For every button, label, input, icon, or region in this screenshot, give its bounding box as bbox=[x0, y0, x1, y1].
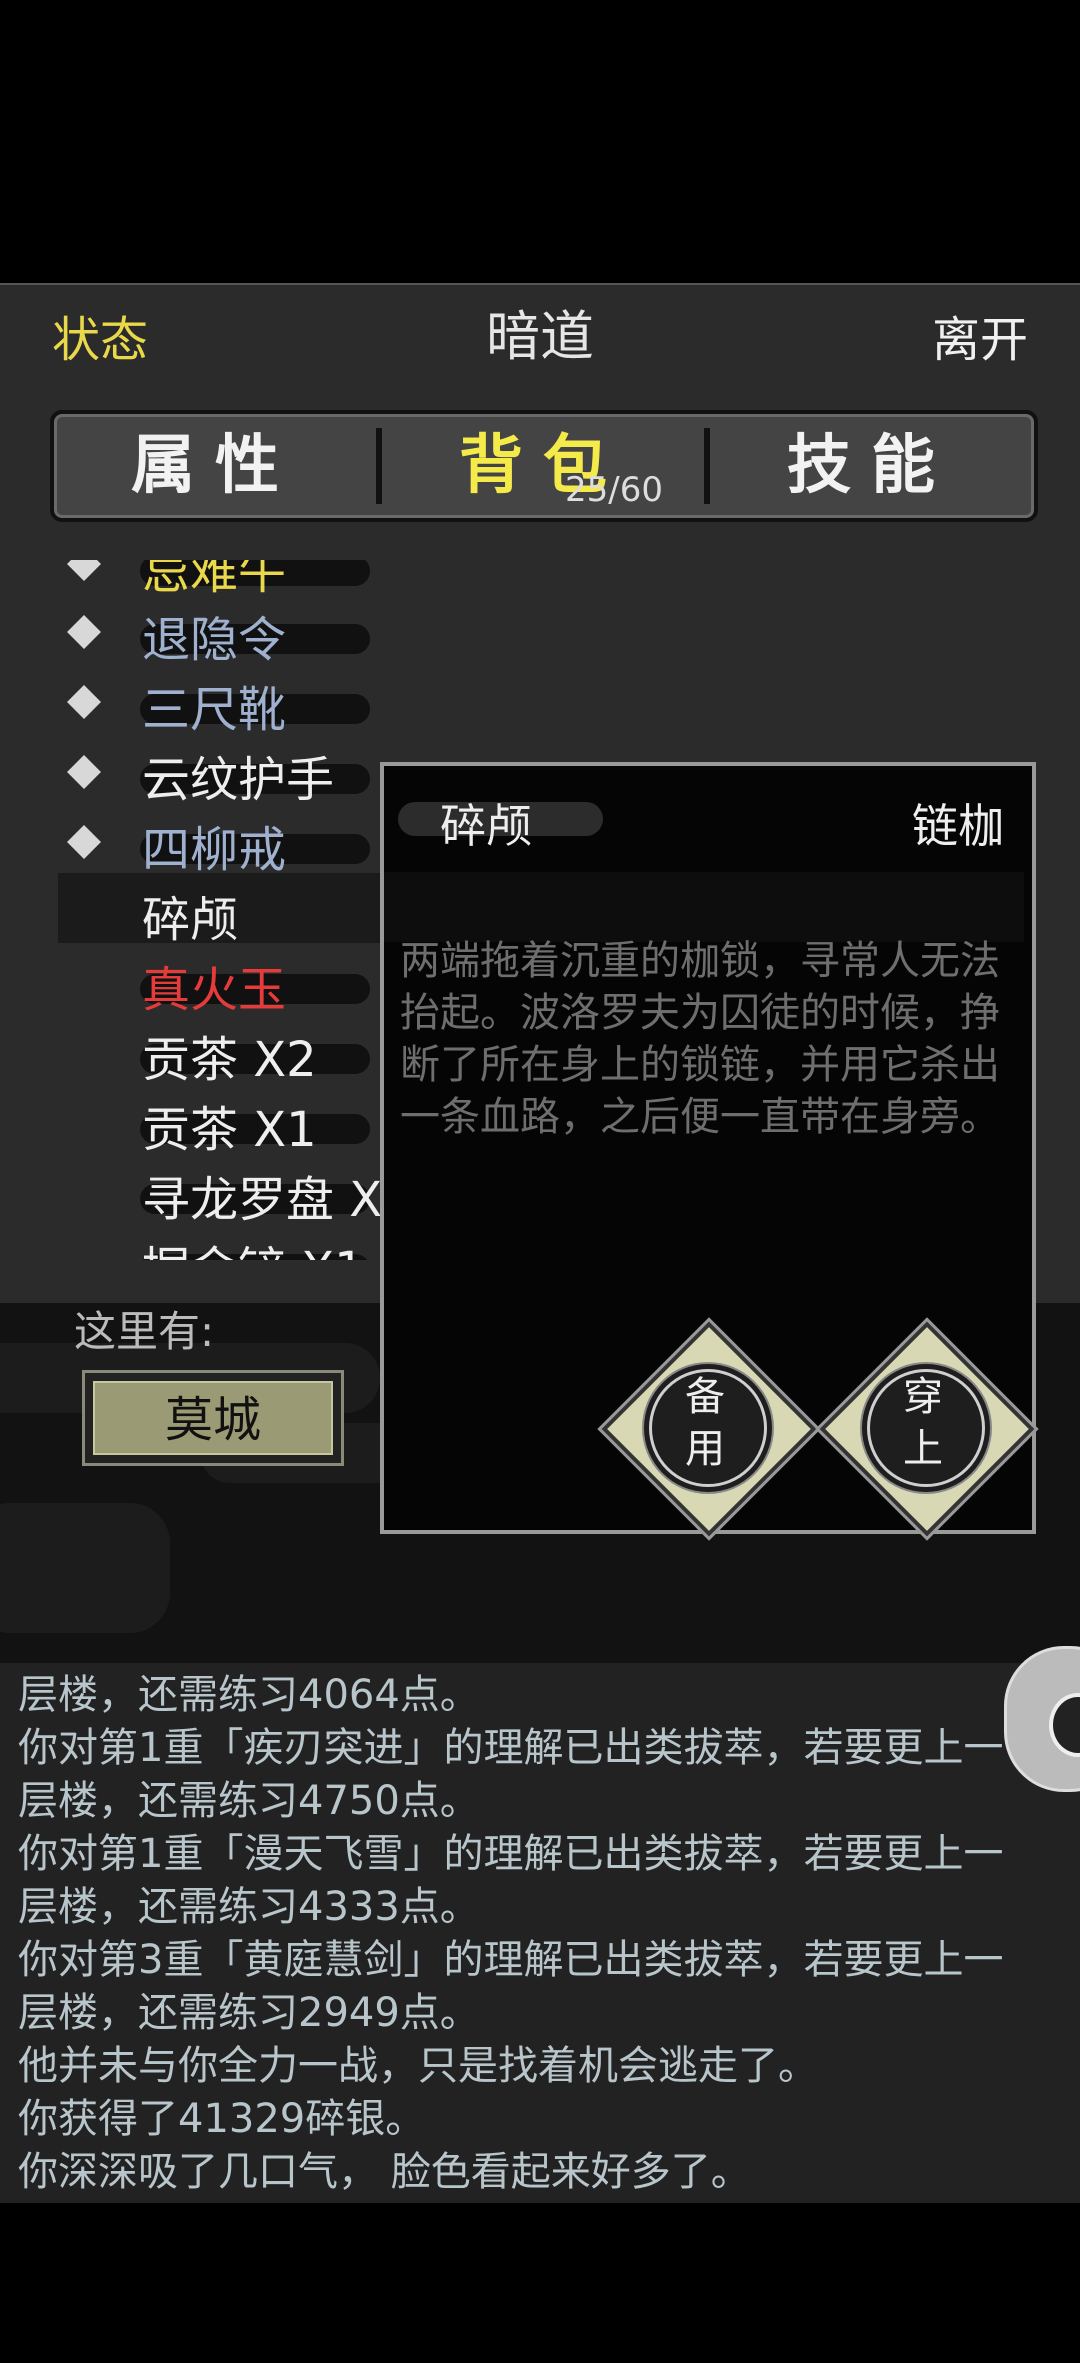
item-name: 贡茶 X1 bbox=[142, 1102, 317, 1158]
log-line: 你获得了41329碎银。 bbox=[18, 2096, 426, 2142]
log-lines: 层楼，还需练习4064点。 你对第1重「疾刃突进」的理解已出类拔萃，若要更上一 … bbox=[18, 1669, 1078, 2199]
location-title: 暗道 bbox=[486, 305, 594, 368]
tab-bar: 属性 背包 技能 bbox=[50, 410, 1038, 522]
item-name: 四柳戒 bbox=[142, 822, 287, 878]
inventory-item[interactable]: 真火玉 bbox=[60, 948, 400, 1018]
popup-item-type: 链枷 bbox=[912, 799, 1004, 853]
spare-button[interactable]: 备 用 bbox=[601, 1321, 817, 1537]
tab-skills[interactable]: 技能 bbox=[710, 414, 1032, 518]
item-name: 贡茶 X2 bbox=[142, 1032, 317, 1088]
diamond-icon bbox=[67, 560, 101, 581]
item-name: 掘金铲 X1 bbox=[142, 1230, 365, 1260]
inventory-item[interactable]: 寻龙罗盘 X1 bbox=[60, 1158, 400, 1228]
penguin-icon bbox=[1049, 1693, 1080, 1757]
inventory-item[interactable]: 忌难牛 bbox=[60, 560, 400, 600]
place-button[interactable]: 莫城 bbox=[82, 1370, 344, 1466]
diamond-icon bbox=[67, 685, 101, 719]
log-line: 层楼，还需练习4064点。 bbox=[18, 1672, 480, 1718]
log-line: 层楼，还需练习2949点。 bbox=[18, 1990, 480, 2036]
inventory-item[interactable]: 三尺靴 bbox=[60, 668, 400, 738]
popup-description: 两端拖着沉重的枷锁，寻常人无法抬起。波洛罗夫为囚徒的时候，挣断了所在身上的锁链，… bbox=[400, 938, 1000, 1140]
place-button-face: 莫城 bbox=[93, 1381, 333, 1455]
log-line: 他并未与你全力一战，只是找着机会逃走了。 bbox=[18, 2043, 818, 2089]
item-name: 云纹护手 bbox=[142, 752, 335, 808]
item-name: 退隐令 bbox=[142, 612, 287, 668]
leave-button[interactable]: 离开 bbox=[932, 300, 1028, 370]
item-name: 寻龙罗盘 X1 bbox=[142, 1172, 400, 1228]
spare-button-label: 备 用 bbox=[685, 1374, 725, 1472]
diamond-icon bbox=[67, 615, 101, 649]
item-name: 三尺靴 bbox=[142, 682, 287, 738]
log-line: 你对第1重「疾刃突进」的理解已出类拔萃，若要更上一 bbox=[18, 1725, 1004, 1771]
inventory-item[interactable]: 贡茶 X2 bbox=[60, 1018, 400, 1088]
inventory-list[interactable]: 忌难牛 退隐令 三尺靴 云纹护手 四柳戒 碎颅 真火玉 贡茶 X2 贡茶 X1 … bbox=[60, 560, 400, 1260]
diamond-icon bbox=[67, 825, 101, 859]
diamond-icon bbox=[67, 755, 101, 789]
bag-capacity: 25/60 bbox=[565, 470, 663, 510]
message-log[interactable]: 层楼，还需练习4064点。 你对第1重「疾刃突进」的理解已出类拔萃，若要更上一 … bbox=[0, 1663, 1080, 2203]
here-label: 这里有: bbox=[74, 1307, 215, 1356]
log-line: 层楼，还需练习4750点。 bbox=[18, 1778, 480, 1824]
wear-button-label: 穿 上 bbox=[903, 1374, 943, 1472]
place-button-label: 莫城 bbox=[164, 1392, 261, 1448]
log-line: 你深深吸了几口气， 脸色看起来好多了。 bbox=[18, 2149, 751, 2195]
log-line: 层楼，还需练习4333点。 bbox=[18, 1884, 480, 1930]
inventory-item[interactable]: 掘金铲 X1 bbox=[60, 1228, 400, 1260]
smoke-decoration bbox=[0, 1503, 170, 1633]
popup-divider bbox=[384, 872, 1024, 942]
inventory-item[interactable]: 四柳戒 bbox=[60, 808, 400, 878]
inventory-item[interactable]: 退隐令 bbox=[60, 598, 400, 668]
log-line: 你对第1重「漫天飞雪」的理解已出类拔萃，若要更上一 bbox=[18, 1831, 1004, 1877]
popup-item-name: 碎颅 bbox=[440, 799, 532, 853]
log-line: 你对第3重「黄庭慧剑」的理解已出类拔萃，若要更上一 bbox=[18, 1937, 1004, 1983]
wear-button[interactable]: 穿 上 bbox=[819, 1321, 1035, 1537]
inventory-item[interactable]: 云纹护手 bbox=[60, 738, 400, 808]
inventory-item-selected[interactable]: 碎颅 bbox=[60, 878, 400, 948]
item-name: 真火玉 bbox=[142, 962, 287, 1018]
inventory-item[interactable]: 贡茶 X1 bbox=[60, 1088, 400, 1158]
item-name: 忌难牛 bbox=[142, 560, 287, 600]
tab-attributes[interactable]: 属性 bbox=[54, 414, 376, 518]
item-name: 碎颅 bbox=[142, 892, 239, 948]
